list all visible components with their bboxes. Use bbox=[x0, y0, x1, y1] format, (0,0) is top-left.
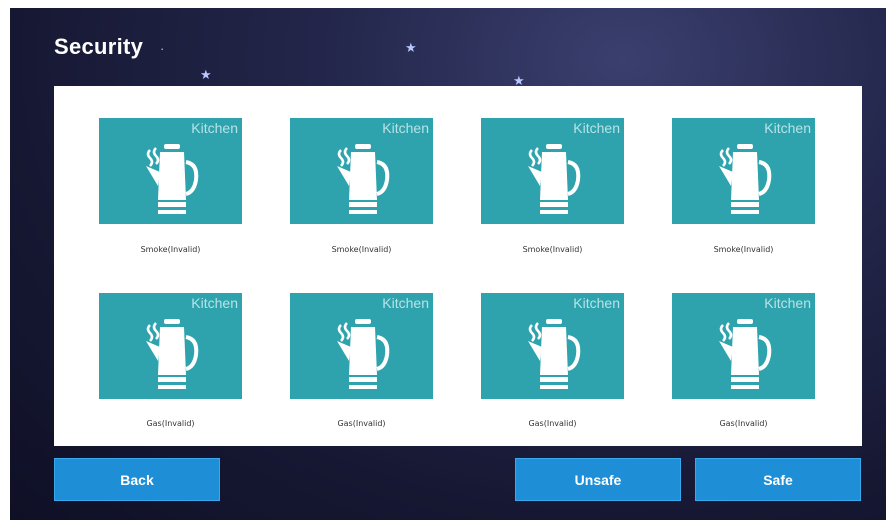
tile-status-label: Gas(Invalid) bbox=[146, 419, 195, 428]
tile-room-label: Kitchen bbox=[191, 295, 238, 311]
sensor-tile[interactable]: Kitchen bbox=[481, 293, 624, 399]
kettle-icon bbox=[719, 144, 772, 214]
sensor-tile[interactable]: Kitchen bbox=[290, 293, 433, 399]
kettle-icon bbox=[528, 144, 581, 214]
sensor-tile[interactable]: Kitchen bbox=[672, 293, 815, 399]
unsafe-button[interactable]: Unsafe bbox=[515, 458, 681, 501]
tile-room-label: Kitchen bbox=[764, 120, 811, 136]
sensor-panel: Kitchen Smoke(Invalid) Kitchen Smoke(Inv… bbox=[54, 86, 862, 446]
sensor-tile[interactable]: Kitchen bbox=[481, 118, 624, 224]
security-screen: Security · ★ ★ ★ Kitchen Smoke(Invalid) … bbox=[10, 8, 886, 520]
kettle-icon bbox=[146, 319, 199, 389]
tile-room-label: Kitchen bbox=[573, 295, 620, 311]
sensor-tile[interactable]: Kitchen bbox=[99, 293, 242, 399]
page-title: Security bbox=[54, 34, 144, 59]
kettle-icon bbox=[337, 319, 390, 389]
sensor-tile[interactable]: Kitchen bbox=[290, 118, 433, 224]
sensor-tile[interactable]: Kitchen bbox=[99, 118, 242, 224]
kettle-icon bbox=[337, 144, 390, 214]
star-decoration: ★ bbox=[200, 67, 212, 82]
tile-status-label: Smoke(Invalid) bbox=[140, 245, 201, 254]
tile-status-label: Gas(Invalid) bbox=[337, 419, 386, 428]
back-button[interactable]: Back bbox=[54, 458, 220, 501]
tile-room-label: Kitchen bbox=[764, 295, 811, 311]
tile-status-label: Smoke(Invalid) bbox=[713, 245, 774, 254]
sensor-tile[interactable]: Kitchen bbox=[672, 118, 815, 224]
safe-button[interactable]: Safe bbox=[695, 458, 861, 501]
star-decoration: ★ bbox=[405, 40, 417, 55]
tile-room-label: Kitchen bbox=[382, 120, 429, 136]
tile-status-label: Gas(Invalid) bbox=[719, 419, 768, 428]
star-decoration: · bbox=[160, 41, 165, 56]
tile-room-label: Kitchen bbox=[573, 120, 620, 136]
kettle-icon bbox=[719, 319, 772, 389]
tile-room-label: Kitchen bbox=[191, 120, 238, 136]
kettle-icon bbox=[528, 319, 581, 389]
tile-room-label: Kitchen bbox=[382, 295, 429, 311]
kettle-icon bbox=[146, 144, 199, 214]
tile-status-label: Smoke(Invalid) bbox=[331, 245, 392, 254]
tile-status-label: Gas(Invalid) bbox=[528, 419, 577, 428]
tile-status-label: Smoke(Invalid) bbox=[522, 245, 583, 254]
